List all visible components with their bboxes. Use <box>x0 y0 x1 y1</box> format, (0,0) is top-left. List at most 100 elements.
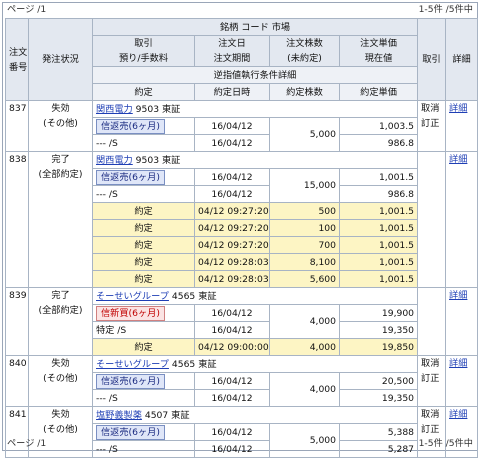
stock-code: 4565 <box>171 358 196 370</box>
stock-cell: そーせいグループ 4565 東証 <box>91 287 419 305</box>
result-count: 1-5件 /5件中 <box>418 438 473 449</box>
stock-name-link[interactable]: 関西電力 <box>96 155 133 166</box>
stock-market: 東証 <box>198 290 217 302</box>
current-price: 986.8 <box>338 134 419 152</box>
execution-qty: 500 <box>269 202 340 220</box>
execution-label: 約定 <box>92 219 195 237</box>
execution-qty: 8,100 <box>269 253 340 271</box>
order-date: 16/04/12 <box>194 304 270 322</box>
detail-link[interactable]: 詳細 <box>449 103 467 114</box>
trade-account: 特定 /S <box>92 321 195 339</box>
order-number: 839 <box>5 287 29 356</box>
orders-panel: ページ /1 1-5件 /5件中 注文 番号 発注状況 銘柄 コード 市場 取引 … <box>2 2 479 458</box>
execution-time: 04/12 09:27:20 <box>194 236 270 254</box>
execution-price: 1,001.5 <box>338 270 419 288</box>
col-qty: 注文株数 (未約定) <box>269 35 340 67</box>
col-exec-qty: 約定株数 <box>269 83 340 101</box>
execution-label: 約定 <box>92 338 195 356</box>
col-exec-price: 約定単価 <box>338 83 419 101</box>
trade-type-badge: 信返売(6ヶ月) <box>96 373 165 389</box>
current-price: 19,350 <box>338 321 419 339</box>
order-price: 1,001.5 <box>338 168 419 186</box>
trade-type: 信返売(6ヶ月) <box>92 168 195 186</box>
order-date: 16/04/12 <box>194 372 270 390</box>
order-date: 16/04/12 <box>194 117 270 135</box>
trade-type: 信返売(6ヶ月) <box>92 372 195 390</box>
trade-type-badge: 信返売(6ヶ月) <box>96 169 165 185</box>
order-status: 失効 (その他) <box>28 100 93 152</box>
order-period: 16/04/12 <box>194 321 270 339</box>
result-count: 1-5件 /5件中 <box>418 4 473 15</box>
stock-name-link[interactable]: 関西電力 <box>96 104 133 115</box>
order-status: 失効 (その他) <box>28 355 93 407</box>
trade-type-badge: 信新買(6ヶ月) <box>96 305 165 321</box>
detail-cell: 詳細 <box>445 151 479 288</box>
col-detail: 詳細 <box>445 18 479 101</box>
col-date: 注文日 注文期間 <box>194 35 270 67</box>
col-exec-time: 約定日時 <box>194 83 270 101</box>
detail-cell: 詳細 <box>445 287 479 356</box>
cancel-link[interactable]: 取消 <box>421 103 439 114</box>
execution-label: 約定 <box>92 202 195 220</box>
trade-account: --- /S <box>92 389 195 407</box>
order-actions: 取消 訂正 <box>417 100 447 152</box>
order-price: 19,900 <box>338 304 419 322</box>
cancel-link[interactable]: 取消 <box>421 358 439 369</box>
order-qty: 4,000 <box>269 372 340 407</box>
execution-label: 約定 <box>92 270 195 288</box>
col-price: 注文単価 現在値 <box>338 35 419 67</box>
execution-price: 1,001.5 <box>338 253 419 271</box>
trade-type: 信新買(6ヶ月) <box>92 304 195 322</box>
stock-cell: 関西電力 9503 東証 <box>91 100 419 118</box>
modify-link[interactable]: 訂正 <box>421 118 439 129</box>
order-status: 完了 (全部約定) <box>28 287 93 356</box>
order-table: 注文 番号 発注状況 銘柄 コード 市場 取引 詳細 取引 預り/手数料 注文日 注文… <box>5 18 479 458</box>
page-indicator: ページ /1 <box>7 4 47 15</box>
order-stock-row: 840 失効 (その他) そーせいグループ 4565 東証 取消訂正 詳細 <box>5 355 479 407</box>
cancel-link[interactable]: 取消 <box>421 409 439 420</box>
detail-link[interactable]: 詳細 <box>449 358 467 369</box>
detail-link[interactable]: 詳細 <box>449 290 467 301</box>
detail-link[interactable]: 詳細 <box>449 409 467 420</box>
stock-name-link[interactable]: 塩野義製薬 <box>96 410 142 421</box>
order-number: 840 <box>5 355 29 407</box>
order-actions-empty <box>417 151 447 288</box>
order-period: 16/04/12 <box>194 134 270 152</box>
stock-name-link[interactable]: そーせいグループ <box>96 291 169 302</box>
detail-cell: 詳細 <box>445 355 479 407</box>
stock-market: 東証 <box>171 409 190 421</box>
modify-link[interactable]: 訂正 <box>421 373 439 384</box>
execution-time: 04/12 09:28:03 <box>194 270 270 288</box>
trade-type: 信返売(6ヶ月) <box>92 117 195 135</box>
detail-link[interactable]: 詳細 <box>449 154 467 165</box>
order-stock-row: 839 完了 (全部約定) そーせいグループ 4565 東証 詳細 <box>5 287 479 356</box>
order-qty: 4,000 <box>269 304 340 339</box>
order-price: 20,500 <box>338 372 419 390</box>
execution-time: 04/12 09:28:03 <box>194 253 270 271</box>
col-stock: 銘柄 コード 市場 <box>91 18 419 36</box>
order-period: 16/04/12 <box>194 389 270 407</box>
col-cancel: 取引 <box>417 18 447 101</box>
stock-market: 東証 <box>198 358 217 370</box>
order-group: 837 失効 (その他) 関西電力 9503 東証 取消 訂正 詳細 信返売(6ヶ月… <box>5 100 479 152</box>
stock-code: 9503 <box>135 103 160 115</box>
col-status: 発注状況 <box>28 18 93 101</box>
execution-price: 1,001.5 <box>338 202 419 220</box>
execution-label: 約定 <box>92 253 195 271</box>
stock-cell: そーせいグループ 4565 東証 <box>91 355 419 373</box>
order-period: 16/04/12 <box>194 185 270 203</box>
trade-type-badge: 信返売(6ヶ月) <box>96 118 165 134</box>
order-group: 839 完了 (全部約定) そーせいグループ 4565 東証 詳細 信新買(6ヶ月… <box>5 287 479 356</box>
stock-market: 東証 <box>161 154 181 166</box>
col-reverse-condition: 逆指値執行条件詳細 <box>91 66 419 84</box>
execution-time: 04/12 09:00:00 <box>194 338 270 356</box>
order-stock-row: 841 失効 (その他) 塩野義製薬 4507 東証 取消 訂正 詳細 <box>5 406 479 458</box>
order-group: 840 失効 (その他) そーせいグループ 4565 東証 取消訂正 詳細 信返売… <box>5 355 479 407</box>
stock-name-link[interactable]: そーせいグループ <box>96 359 169 370</box>
stock-code: 4507 <box>144 409 169 421</box>
col-order-no: 注文 番号 <box>5 18 29 101</box>
modify-link[interactable]: 訂正 <box>421 424 439 435</box>
order-stock-row: 838 完了 (全部約定) 関西電力 9503 東証 詳細 <box>5 151 479 288</box>
execution-qty: 100 <box>269 219 340 237</box>
trade-account: --- /S <box>92 134 195 152</box>
